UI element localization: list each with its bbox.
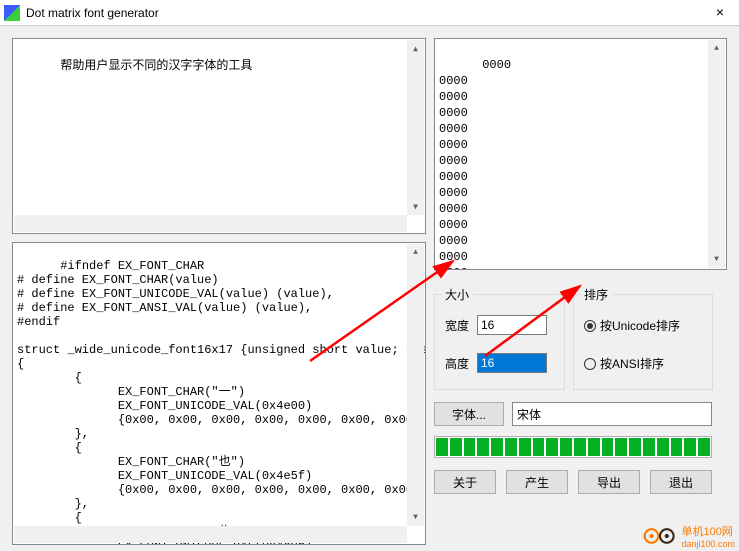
app-icon <box>4 5 20 21</box>
right-column: 0000 0000 0000 0000 0000 0000 0000 0000 … <box>434 38 727 545</box>
watermark-logo-icon <box>643 527 677 545</box>
generate-button[interactable]: 产生 <box>506 470 568 494</box>
sort-group: 排序 按Unicode排序 按ANSI排序 <box>573 286 713 390</box>
client-area: 帮助用户显示不同的汉字字体的工具 ▲ ▼ ◀ ▶ #ifndef EX_FONT… <box>0 26 739 551</box>
radio-icon <box>584 358 596 370</box>
width-label: 宽度 <box>445 317 477 334</box>
scrollbar-vertical[interactable]: ▲ ▼ <box>407 40 424 215</box>
hex-output-box[interactable]: 0000 0000 0000 0000 0000 0000 0000 0000 … <box>434 38 727 270</box>
output-code-text: #ifndef EX_FONT_CHAR # define EX_FONT_CH… <box>17 259 426 545</box>
scrollbar-vertical[interactable]: ▲ ▼ <box>407 244 424 526</box>
output-code-box[interactable]: #ifndef EX_FONT_CHAR # define EX_FONT_CH… <box>12 242 426 545</box>
left-column: 帮助用户显示不同的汉字字体的工具 ▲ ▼ ◀ ▶ #ifndef EX_FONT… <box>12 38 426 545</box>
scroll-down-icon[interactable]: ▼ <box>708 251 725 268</box>
scrollbar-horizontal[interactable]: ◀ ▶ <box>14 526 407 543</box>
source-text-input[interactable]: 帮助用户显示不同的汉字字体的工具 ▲ ▼ ◀ ▶ <box>12 38 426 234</box>
export-button[interactable]: 导出 <box>578 470 640 494</box>
scroll-up-icon[interactable]: ▲ <box>407 244 424 261</box>
sort-legend: 排序 <box>580 286 612 303</box>
about-button[interactable]: 关于 <box>434 470 496 494</box>
scroll-up-icon[interactable]: ▲ <box>407 40 424 57</box>
font-button[interactable]: 字体... <box>434 402 504 426</box>
window-title: Dot matrix font generator <box>26 6 705 20</box>
scroll-down-icon[interactable]: ▼ <box>407 509 424 526</box>
bottom-buttons: 关于 产生 导出 退出 <box>434 470 712 494</box>
scroll-up-icon[interactable]: ▲ <box>708 40 725 57</box>
scrollbar-horizontal[interactable]: ◀ ▶ <box>14 215 407 232</box>
radio-sort-ansi[interactable]: 按ANSI排序 <box>584 355 664 372</box>
height-label: 高度 <box>445 355 477 372</box>
source-text-value: 帮助用户显示不同的汉字字体的工具 <box>60 58 252 72</box>
close-icon[interactable]: × <box>705 3 735 23</box>
watermark-url: danji100.com <box>681 539 735 549</box>
font-name-display: 宋体 <box>512 402 712 426</box>
watermark: 单机100网 danji100.com <box>643 523 735 549</box>
hex-output-text: 0000 0000 0000 0000 0000 0000 0000 0000 … <box>439 58 511 270</box>
radio-label-unicode: 按Unicode排序 <box>600 317 680 334</box>
radio-label-ansi: 按ANSI排序 <box>600 355 664 372</box>
scroll-down-icon[interactable]: ▼ <box>407 198 424 215</box>
radio-icon <box>584 320 596 332</box>
width-input[interactable] <box>477 315 547 335</box>
titlebar: Dot matrix font generator × <box>0 0 739 26</box>
scrollbar-vertical[interactable]: ▲ ▼ <box>708 40 725 268</box>
exit-button[interactable]: 退出 <box>650 470 712 494</box>
radio-sort-unicode[interactable]: 按Unicode排序 <box>584 317 680 334</box>
size-group: 大小 宽度 高度 <box>434 286 565 390</box>
height-input[interactable] <box>477 353 547 373</box>
watermark-brand: 单机100网 <box>681 523 735 539</box>
size-legend: 大小 <box>441 286 473 303</box>
progress-bar <box>434 436 712 458</box>
